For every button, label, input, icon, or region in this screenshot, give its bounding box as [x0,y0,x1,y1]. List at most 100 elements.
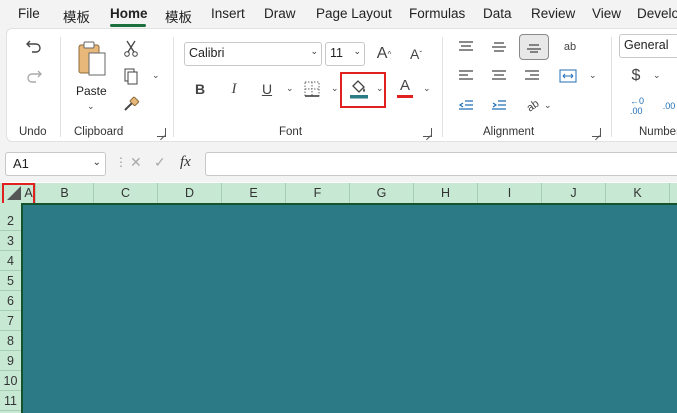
menu-insert[interactable]: Insert [211,6,245,21]
shrink-font-icon[interactable]: Aˇ [405,43,427,65]
font-color-dropdown-icon[interactable]: ⌄ [423,83,431,94]
align-right-icon[interactable] [522,67,542,85]
font-color-swatch [397,95,413,98]
increase-indent-icon[interactable] [489,97,509,115]
clipboard-launcher-icon[interactable] [157,128,166,137]
font-name-dropdown-icon: ⌄ [310,46,318,56]
column-header[interactable]: H [414,183,478,203]
borders-dropdown-icon[interactable]: ⌄ [331,83,339,94]
fill-color-highlight [340,72,386,108]
menu-template-2[interactable]: 模板 [165,6,192,26]
menu-page-layout[interactable]: Page Layout [316,6,392,21]
currency-dropdown-icon[interactable]: ⌄ [653,70,661,81]
name-box-value: A1 [13,156,29,171]
menu-template-1[interactable]: 模板 [63,6,90,26]
row-header[interactable]: 5 [0,271,21,291]
group-label-alignment: Alignment [483,126,535,138]
decrease-decimal-icon[interactable]: .00 [658,95,677,117]
insert-function-icon[interactable]: fx [180,154,191,171]
paste-icon[interactable] [75,39,109,79]
column-header-bar: A B C D E F G H I J K [0,183,677,203]
alignment-launcher-icon[interactable] [592,128,601,137]
separator [442,37,443,137]
align-left-icon[interactable] [456,67,476,85]
row-header[interactable]: 7 [0,311,21,331]
row-header[interactable]: 4 [0,251,21,271]
font-size-box[interactable]: 11 ⌄ [325,42,365,66]
column-header[interactable]: C [94,183,158,203]
currency-button[interactable]: $ [627,66,645,86]
row-header[interactable]: 3 [0,231,21,251]
menu-file[interactable]: File [18,6,40,21]
menu-bar: File 模板 Home 模板 Insert Draw Page Layout … [0,0,677,28]
underline-dropdown-icon[interactable]: ⌄ [286,83,294,94]
column-header[interactable]: D [158,183,222,203]
decrease-indent-icon[interactable] [456,97,476,115]
bold-button[interactable]: B [190,79,210,99]
enter-icon[interactable]: ✓ [154,154,166,171]
menu-review[interactable]: Review [531,6,575,21]
group-label-clipboard: Clipboard [74,126,124,138]
formula-bar-row: A1 ⌄ ⋮ ✕ ✓ fx [0,146,677,182]
number-format-value: General [624,38,669,52]
more-options-icon[interactable]: ⋮ [115,155,127,169]
align-bottom-icon[interactable] [519,34,549,60]
column-header[interactable]: J [542,183,606,203]
formula-input[interactable] [205,152,677,176]
group-label-undo: Undo [19,126,47,138]
font-color-icon[interactable]: A [395,77,415,99]
italic-button[interactable]: I [224,79,244,99]
separator [173,37,174,137]
column-header[interactable]: I [478,183,542,203]
row-header[interactable]: 2 [0,211,21,231]
align-middle-icon[interactable] [489,38,509,56]
name-box[interactable]: A1 ⌄ [5,152,106,176]
row-header-bar: 2 3 4 5 6 7 8 9 10 11 [0,203,21,413]
menu-draw[interactable]: Draw [264,6,296,21]
font-name-value: Calibri [189,46,225,60]
menu-home[interactable]: Home [110,6,148,21]
row-header[interactable]: 11 [0,391,21,411]
paste-dropdown-icon[interactable]: ⌄ [87,101,95,112]
row-header[interactable]: 10 [0,371,21,391]
cancel-icon[interactable]: ✕ [130,154,142,171]
menu-view[interactable]: View [592,6,621,21]
grow-font-icon[interactable]: A ^ [373,43,395,65]
font-size-value: 11 [330,46,343,60]
borders-icon[interactable] [302,79,322,99]
menu-data[interactable]: Data [483,6,512,21]
number-format-box[interactable]: General [619,34,677,58]
text-angle-dropdown-icon[interactable]: ⌄ [544,100,552,111]
column-header[interactable]: K [606,183,670,203]
row-header[interactable]: 6 [0,291,21,311]
align-center-icon[interactable] [489,67,509,85]
column-header[interactable]: F [286,183,350,203]
font-name-box[interactable]: Calibri ⌄ [184,42,322,66]
font-launcher-icon[interactable] [423,128,432,137]
menu-formulas[interactable]: Formulas [409,6,465,21]
cell-grid-selected[interactable] [21,203,677,413]
increase-decimal-icon[interactable]: ←0.00 [626,95,648,117]
underline-button[interactable]: U [257,79,277,99]
format-painter-icon[interactable] [121,95,141,115]
copy-icon[interactable] [121,67,141,87]
column-header[interactable]: G [350,183,414,203]
active-tab-indicator [110,24,146,27]
row-header[interactable]: 9 [0,351,21,371]
merge-dropdown-icon[interactable]: ⌄ [589,70,597,81]
orientation-icon[interactable]: ab [559,36,581,58]
merge-center-icon[interactable] [557,66,579,86]
align-top-icon[interactable] [456,38,476,56]
redo-icon[interactable] [23,65,45,87]
undo-icon[interactable] [23,35,45,57]
group-label-number: Number [639,126,677,138]
copy-dropdown-icon[interactable]: ⌄ [152,70,160,81]
menu-developer[interactable]: Develo [637,6,677,21]
row-header[interactable]: 8 [0,331,21,351]
separator [611,37,612,137]
column-header[interactable]: E [222,183,286,203]
ribbon-panel: Undo Paste ⌄ ⌄ Clipboard Calibri ⌄ 11 ⌄ … [6,28,677,142]
column-header[interactable]: B [36,183,94,203]
cut-icon[interactable] [121,38,141,58]
paste-label[interactable]: Paste [76,84,107,98]
